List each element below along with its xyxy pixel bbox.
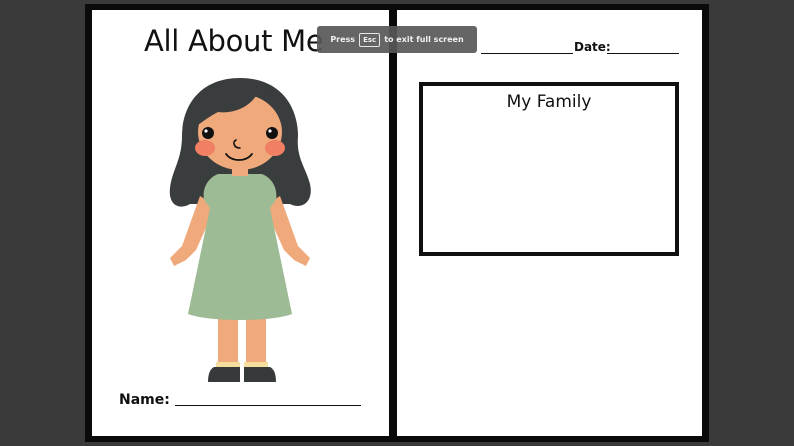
name-write-line-right: [481, 53, 573, 54]
family-box-title: My Family: [506, 92, 592, 112]
name-write-line: [174, 405, 361, 406]
right-shoe: [244, 367, 276, 382]
notice-rest-text: to exit full screen: [384, 35, 464, 44]
right-eye: [266, 127, 278, 139]
name-label: Name:: [119, 392, 170, 408]
right-page: Date: My Family: [397, 10, 702, 436]
left-sock: [216, 362, 240, 367]
family-drawing-box: My Family: [419, 82, 679, 256]
right-cheek: [265, 140, 285, 156]
worksheet-spread: All About Me Name: Date: My Family: [85, 4, 709, 442]
notice-press-text: Press: [330, 35, 356, 44]
date-write-line: [607, 53, 679, 54]
page-title: All About Me: [144, 24, 324, 58]
exit-fullscreen-notice: Press Esc to exit full screen: [317, 26, 477, 53]
esc-key-badge: Esc: [359, 32, 381, 47]
left-page: All About Me Name:: [92, 10, 389, 436]
name-field: Name:: [119, 392, 361, 408]
girl-illustration: [169, 78, 311, 382]
left-shoe: [208, 367, 240, 382]
fullscreen-viewer: All About Me Name: Date: My Family Press…: [0, 0, 794, 446]
left-eye: [202, 127, 214, 139]
left-cheek: [195, 140, 215, 156]
right-sock: [244, 362, 268, 367]
date-label: Date:: [574, 40, 611, 54]
